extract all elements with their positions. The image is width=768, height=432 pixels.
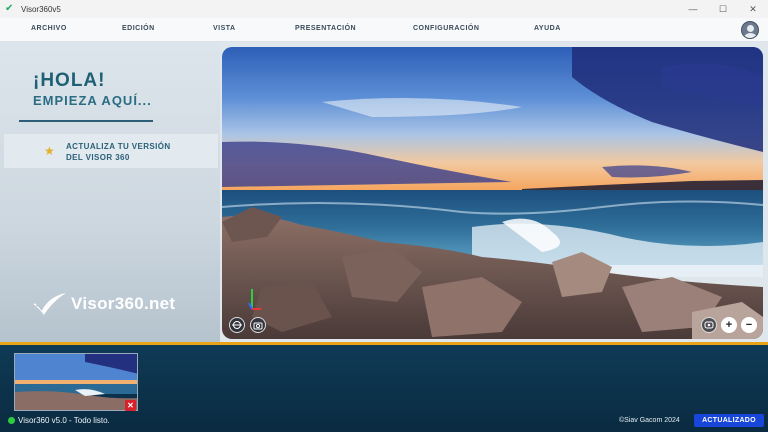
copyright-text: ©Siav Gacom 2024 [619, 417, 680, 424]
title-bar: ✔ Visor360v5 — ☐ ✕ [0, 0, 768, 18]
upgrade-label-line2: DEL VISOR 360 [66, 153, 130, 162]
thumbnail-tray: ✕ Visor360 v5.0 - Todo listo. ©Siav Gaco… [0, 345, 768, 432]
app-check-icon: ✔ [5, 3, 14, 14]
minimize-button[interactable]: — [678, 0, 708, 18]
start-here-heading: EMPIEZA AQUÍ... [33, 93, 152, 108]
camera-icon[interactable] [250, 317, 266, 333]
logo-text: Visor360.net [71, 294, 176, 313]
upgrade-label-line1: ACTUALIZA TU VERSIÓN [66, 142, 171, 151]
menu-ayuda[interactable]: AYUDA [534, 25, 561, 32]
menu-vista[interactable]: VISTA [213, 25, 236, 32]
menu-bar: ARCHIVO EDICIÓN VISTA PRESENTACIÓN CONFI… [0, 18, 768, 42]
zoom-in-icon[interactable]: + [721, 317, 737, 333]
thumbnail-image [15, 354, 137, 410]
upgrade-label: ACTUALIZA TU VERSIÓN DEL VISOR 360 [66, 141, 196, 163]
upgrade-version-button[interactable]: ★ ACTUALIZA TU VERSIÓN DEL VISOR 360 [4, 134, 218, 168]
visor360-logo: Visor360.net [30, 290, 175, 318]
vr-icon[interactable] [701, 317, 717, 333]
heading-divider [19, 120, 153, 122]
menu-configuracion[interactable]: CONFIGURACIÓN [413, 25, 479, 32]
menu-edicion[interactable]: EDICIÓN [122, 25, 155, 32]
status-message: Visor360 v5.0 - Todo listo. [18, 416, 110, 425]
panorama-image[interactable] [222, 47, 763, 339]
updated-badge[interactable]: ACTUALIZADO [694, 414, 764, 427]
status-ok-icon [8, 417, 15, 424]
star-icon: ★ [44, 144, 55, 158]
logo-check-icon [33, 293, 66, 315]
remove-thumbnail-button[interactable]: ✕ [125, 400, 136, 411]
close-button[interactable]: ✕ [738, 0, 768, 18]
panorama-thumbnail[interactable] [14, 353, 138, 411]
panorama-viewer[interactable]: + − [222, 47, 763, 339]
welcome-panel: ¡HOLA! EMPIEZA AQUÍ... ★ ACTUALIZA TU VE… [0, 42, 220, 342]
menu-presentacion[interactable]: PRESENTACIÓN [295, 25, 356, 32]
gyro-icon[interactable] [229, 317, 245, 333]
greeting-heading: ¡HOLA! [33, 70, 106, 91]
window-title: Visor360v5 [21, 4, 61, 14]
user-avatar-icon[interactable] [741, 21, 759, 39]
menu-archivo[interactable]: ARCHIVO [31, 25, 67, 32]
maximize-button[interactable]: ☐ [708, 0, 738, 18]
axis-gizmo-icon [248, 289, 261, 310]
zoom-out-icon[interactable]: − [741, 317, 757, 333]
window-controls: — ☐ ✕ [678, 0, 768, 18]
